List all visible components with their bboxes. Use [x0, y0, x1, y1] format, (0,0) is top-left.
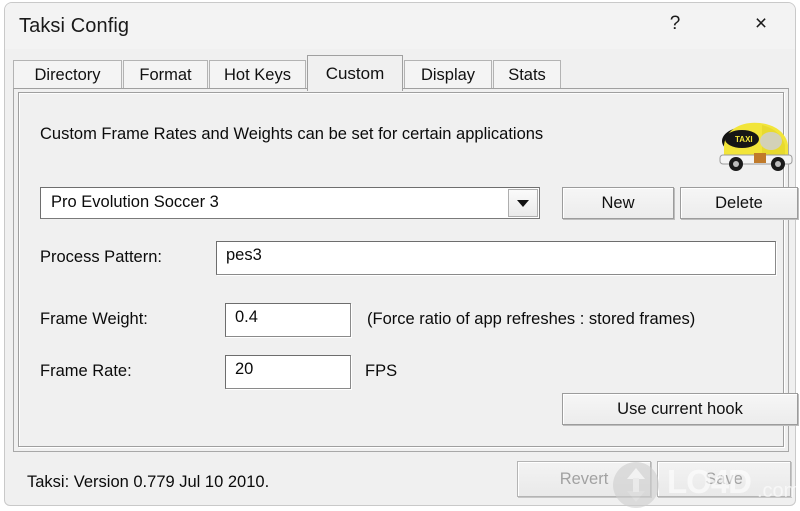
process-pattern-label: Process Pattern: — [40, 248, 162, 266]
title-bar: Taksi Config ? × — [5, 3, 795, 49]
tab-format[interactable]: Format — [123, 60, 208, 89]
tab-custom[interactable]: Custom — [307, 55, 403, 91]
taksi-taxi-logo: TAXI — [716, 115, 798, 173]
tab-hot-keys[interactable]: Hot Keys — [209, 60, 306, 89]
tab-display[interactable]: Display — [404, 60, 492, 89]
frame-weight-input[interactable]: 0.4 — [225, 303, 351, 337]
panel-inner-frame: Custom Frame Rates and Weights can be se… — [18, 92, 798, 447]
application-combobox-value: Pro Evolution Soccer 3 — [51, 193, 219, 211]
frame-rate-label: Frame Rate: — [40, 362, 132, 380]
frame-rate-value: 20 — [235, 360, 254, 378]
svg-text:TAXI: TAXI — [735, 135, 753, 144]
frame-weight-value: 0.4 — [235, 308, 258, 326]
tab-stats[interactable]: Stats — [493, 60, 561, 89]
panel-heading: Custom Frame Rates and Weights can be se… — [40, 125, 544, 143]
chevron-down-icon[interactable] — [508, 189, 538, 217]
frame-weight-label: Frame Weight: — [40, 310, 148, 328]
application-combobox[interactable]: Pro Evolution Soccer 3 — [40, 187, 540, 219]
taksi-config-window: Taksi Config ? × Directory Format Hot Ke… — [4, 2, 800, 508]
frame-weight-hint: (Force ratio of app refreshes : stored f… — [367, 310, 696, 328]
close-icon[interactable]: × — [733, 3, 789, 45]
window-title: Taksi Config — [19, 15, 130, 37]
version-status-text: Taksi: Version 0.779 Jul 10 2010. — [27, 473, 270, 491]
tab-directory[interactable]: Directory — [13, 60, 122, 89]
custom-tab-panel: Custom Frame Rates and Weights can be se… — [13, 88, 798, 452]
delete-button[interactable]: Delete — [680, 187, 798, 219]
tab-strip: Directory Format Hot Keys Custom Display… — [13, 55, 789, 91]
frame-rate-unit-label: FPS — [365, 362, 398, 380]
revert-button[interactable]: Revert — [517, 461, 651, 497]
help-icon[interactable]: ? — [647, 3, 703, 45]
process-pattern-input[interactable]: pes3 — [216, 241, 776, 275]
chevron-down-glyph — [517, 199, 529, 207]
frame-rate-input[interactable]: 20 — [225, 355, 351, 389]
new-button[interactable]: New — [562, 187, 674, 219]
use-current-hook-button[interactable]: Use current hook — [562, 393, 798, 425]
process-pattern-value: pes3 — [226, 246, 262, 264]
save-button[interactable]: Save — [657, 461, 791, 497]
